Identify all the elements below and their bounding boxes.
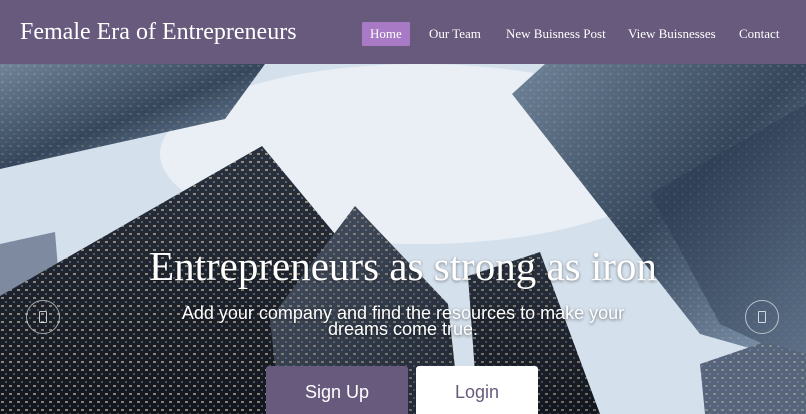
nav-item-home[interactable]: Home xyxy=(362,22,410,46)
top-navbar: Female Era of Entrepreneurs Home Our Tea… xyxy=(0,0,806,64)
hero-title: Entrepreneurs as strong as iron xyxy=(149,243,657,289)
hero-carousel: Entrepreneurs as strong as iron Add your… xyxy=(0,64,806,414)
carousel-prev-icon xyxy=(39,311,47,323)
nav-links: Home Our Team New Buisness Post View Bui… xyxy=(0,0,806,64)
carousel-next-button[interactable] xyxy=(745,300,779,334)
nav-item-new-business-post[interactable]: New Buisness Post xyxy=(506,22,606,46)
login-button[interactable]: Login xyxy=(416,366,538,414)
nav-item-contact[interactable]: Contact xyxy=(739,22,779,46)
nav-item-view-businesses[interactable]: View Buisnesses xyxy=(628,22,716,46)
carousel-prev-button[interactable] xyxy=(26,300,60,334)
skyscrapers-background-image xyxy=(0,64,806,414)
nav-item-our-team[interactable]: Our Team xyxy=(429,22,481,46)
carousel-next-icon xyxy=(758,311,766,323)
hero-subtitle: Add your company and find the resources … xyxy=(181,303,625,339)
signup-button[interactable]: Sign Up xyxy=(266,366,408,414)
